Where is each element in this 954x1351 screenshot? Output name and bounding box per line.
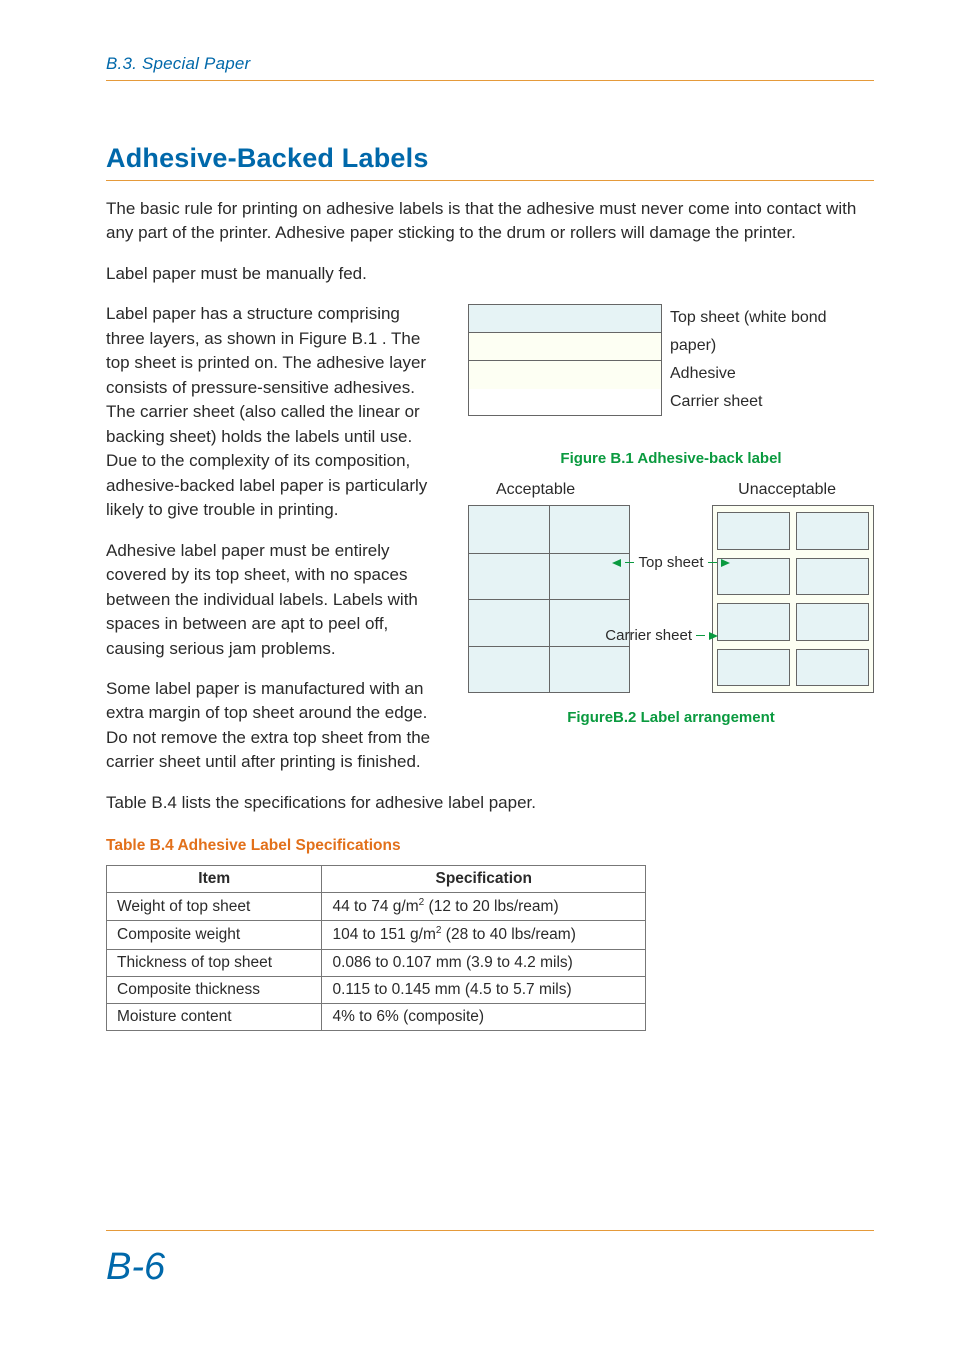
- paragraph: Table B.4 lists the specifications for a…: [106, 791, 874, 815]
- figure-b2-unacceptable-grid: [712, 505, 874, 693]
- heading-adhesive-backed-labels: Adhesive-Backed Labels: [106, 143, 874, 181]
- layer-top-sheet: [469, 305, 661, 333]
- arrow-right-icon: [721, 559, 730, 567]
- table-header-item: Item: [107, 866, 322, 893]
- table-b4-caption: Table B.4 Adhesive Label Specifications: [106, 837, 874, 855]
- paragraph: Some label paper is manufactured with an…: [106, 677, 442, 775]
- table-cell: Moisture content: [107, 1003, 322, 1030]
- label-top-sheet-callout: Top sheet: [638, 554, 703, 571]
- table-cell: 0.086 to 0.107 mm (3.9 to 4.2 mils): [322, 949, 646, 976]
- figure-b2: Acceptable Unacceptable: [468, 481, 874, 697]
- label-acceptable: Acceptable: [496, 481, 575, 499]
- paragraph: Label paper must be manually fed.: [106, 262, 874, 286]
- table-cell: Weight of top sheet: [107, 893, 322, 921]
- label-unacceptable: Unacceptable: [738, 481, 836, 499]
- paragraph: Label paper has a structure comprising t…: [106, 302, 442, 522]
- page-number: B-6: [106, 1246, 165, 1289]
- label-top-sheet: Top sheet (white bond paper): [670, 304, 874, 360]
- layer-adhesive: [469, 333, 661, 361]
- label-carrier: Carrier sheet: [670, 388, 874, 416]
- table-header-spec: Specification: [322, 866, 646, 893]
- table-row: Moisture content 4% to 6% (composite): [107, 1003, 646, 1030]
- callout-top-sheet: Top sheet: [612, 554, 729, 571]
- figure-b1: Top sheet (white bond paper) Adhesive Ca…: [468, 304, 874, 416]
- table-cell: 104 to 151 g/m2 (28 to 40 lbs/ream): [322, 921, 646, 949]
- table-cell: 0.115 to 0.145 mm (4.5 to 5.7 mils): [322, 976, 646, 1003]
- callout-carrier-sheet: Carrier sheet: [605, 627, 718, 644]
- table-cell: Composite thickness: [107, 976, 322, 1003]
- footer-rule: [106, 1230, 874, 1231]
- arrow-right-icon: [709, 632, 718, 640]
- table-row: Composite weight 104 to 151 g/m2 (28 to …: [107, 921, 646, 949]
- table-cell: Composite weight: [107, 921, 322, 949]
- running-header: B.3. Special Paper: [106, 54, 874, 81]
- figure-b2-acceptable-grid: [468, 505, 630, 693]
- table-adhesive-label-specs: Item Specification Weight of top sheet 4…: [106, 865, 646, 1030]
- table-row: Thickness of top sheet 0.086 to 0.107 mm…: [107, 949, 646, 976]
- paragraph: Adhesive label paper must be entirely co…: [106, 539, 442, 661]
- figure-b2-caption: FigureB.2 Label arrangement: [468, 709, 874, 726]
- layer-carrier: [469, 361, 661, 389]
- arrow-left-icon: [612, 559, 621, 567]
- table-cell: 4% to 6% (composite): [322, 1003, 646, 1030]
- label-carrier-sheet-callout: Carrier sheet: [605, 627, 692, 644]
- table-row: Composite thickness 0.115 to 0.145 mm (4…: [107, 976, 646, 1003]
- table-row: Weight of top sheet 44 to 74 g/m2 (12 to…: [107, 893, 646, 921]
- table-cell: Thickness of top sheet: [107, 949, 322, 976]
- label-adhesive: Adhesive: [670, 360, 874, 388]
- paragraph: The basic rule for printing on adhesive …: [106, 197, 874, 246]
- figure-b1-caption: Figure B.1 Adhesive-back label: [468, 450, 874, 467]
- figure-b1-labels: Top sheet (white bond paper) Adhesive Ca…: [670, 304, 874, 416]
- table-cell: 44 to 74 g/m2 (12 to 20 lbs/ream): [322, 893, 646, 921]
- figure-b1-layers: [468, 304, 662, 416]
